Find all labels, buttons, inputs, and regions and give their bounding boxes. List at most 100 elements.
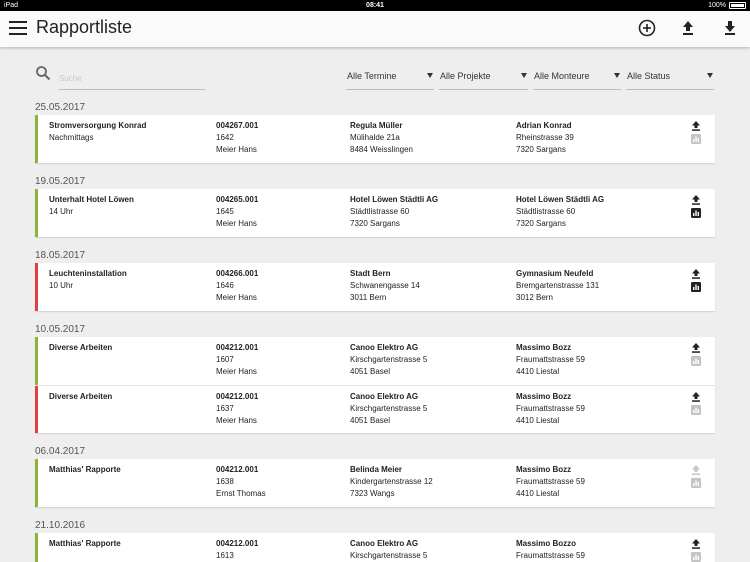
order-cell: 004265.001 1645 Meier Hans xyxy=(216,194,258,230)
bar-chart-icon[interactable] xyxy=(691,552,701,562)
filter-projekte[interactable]: Alle Projekte xyxy=(439,68,528,90)
site-cell: Gymnasium Neufeld Bremgartenstrasse 131 30… xyxy=(516,268,599,304)
bar-chart-icon[interactable] xyxy=(691,134,701,144)
report-title-cell: Stromversorgung Konrad Nachmittags xyxy=(49,120,146,144)
client-client-name: Canoo Elektro AG xyxy=(350,539,419,548)
upload-icon[interactable] xyxy=(691,465,701,475)
client-client-name: Regula Müller xyxy=(350,121,403,130)
order-order: 004212.001 xyxy=(216,343,259,352)
order-cell: 004212.001 1607 Meier Hans xyxy=(216,342,258,378)
report-title-title: Matthias' Rapporte xyxy=(49,539,121,548)
client-client-city: 3011 Bern xyxy=(350,293,387,302)
bar-chart-icon[interactable] xyxy=(691,478,701,488)
client-cell: Regula Müller Mülihalde 21a 8484 Weissling… xyxy=(350,120,413,156)
report-title-title: Stromversorgung Konrad xyxy=(49,121,147,130)
upload-icon[interactable] xyxy=(691,121,701,131)
site-site-street: Städtlistrasse 60 xyxy=(516,207,576,216)
report-title-title: Diverse Arbeiten xyxy=(49,392,113,401)
upload-icon[interactable] xyxy=(691,539,701,549)
report-row[interactable]: Unterhalt Hotel Löwen 14 Uhr 004265.001 164… xyxy=(35,189,715,237)
client-client-name: Hotel Löwen Städtli AG xyxy=(350,195,439,204)
site-site-city: 3012 Bern xyxy=(516,293,553,302)
upload-icon[interactable] xyxy=(678,18,698,38)
date-header: 10.05.2017 xyxy=(35,324,86,335)
download-icon[interactable] xyxy=(720,18,740,38)
report-list: 25.05.2017 Stromversorgung Konrad Nachmitt… xyxy=(35,101,715,562)
caret-down-icon xyxy=(614,73,620,78)
site-site-street: Fraumattstrasse 59 xyxy=(516,355,585,364)
bar-chart-icon[interactable] xyxy=(691,282,701,292)
filter-termine[interactable]: Alle Termine xyxy=(346,68,434,90)
search-icon xyxy=(36,66,51,81)
status-bar: iPad 08:41 100% xyxy=(0,0,750,11)
app-bar: Rapportliste xyxy=(0,11,750,47)
site-cell: Massimo Bozz Fraumattstrasse 59 4410 Liest… xyxy=(516,464,585,500)
upload-icon[interactable] xyxy=(691,392,701,402)
order-number: 1638 xyxy=(216,477,234,486)
report-row[interactable]: Stromversorgung Konrad Nachmittags 004267.… xyxy=(35,115,715,163)
filter-status[interactable]: Alle Status xyxy=(626,68,714,90)
site-site-city: 7320 Sargans xyxy=(516,145,566,154)
date-header: 06.04.2017 xyxy=(35,446,86,457)
report-title-cell: Diverse Arbeiten xyxy=(49,342,112,354)
order-number: 1607 xyxy=(216,355,234,364)
upload-icon[interactable] xyxy=(691,343,701,353)
hamburger-menu-icon[interactable] xyxy=(9,21,27,35)
client-client-city: 8484 Weisslingen xyxy=(350,145,414,154)
site-site-name: Gymnasium Neufeld xyxy=(516,269,594,278)
filter-termine-label: Alle Termine xyxy=(347,71,397,81)
order-order: 004266.001 xyxy=(216,269,259,278)
bar-chart-icon[interactable] xyxy=(691,208,701,218)
order-number: 1646 xyxy=(216,281,234,290)
date-header: 19.05.2017 xyxy=(35,176,86,187)
client-cell: Stadt Bern Schwanengasse 14 3011 Bern xyxy=(350,268,420,304)
upload-icon[interactable] xyxy=(691,195,701,205)
order-order: 004212.001 xyxy=(216,392,259,401)
status-accent-bar xyxy=(35,337,38,385)
filter-monteure[interactable]: Alle Monteure xyxy=(533,68,621,90)
report-title-title-sub: 10 Uhr xyxy=(49,281,74,290)
client-cell: Canoo Elektro AG Kirschgartenstrasse 5 405… xyxy=(350,391,427,427)
add-circle-icon[interactable] xyxy=(637,18,657,38)
report-title-title-sub: Nachmittags xyxy=(49,133,94,142)
row-actions xyxy=(691,465,701,488)
order-employee: Meier Hans xyxy=(216,219,257,228)
report-row[interactable]: Matthias' Rapporte004212.0011613Meier Ha… xyxy=(35,533,715,562)
site-site-city: 4410 Liestal xyxy=(516,489,560,498)
caret-down-icon xyxy=(427,73,433,78)
client-client-city: 4051 Basel xyxy=(350,416,391,425)
upload-icon[interactable] xyxy=(691,269,701,279)
bar-chart-icon[interactable] xyxy=(691,405,701,415)
row-actions xyxy=(691,392,701,415)
date-header: 18.05.2017 xyxy=(35,250,86,261)
report-row[interactable]: Diverse Arbeiten 004212.001 1637 Meier Hans… xyxy=(35,385,715,433)
order-employee: Meier Hans xyxy=(216,145,257,154)
row-actions xyxy=(691,269,701,292)
client-client-street: Kirschgartenstrasse 5 xyxy=(350,355,428,364)
site-cell: Hotel Löwen Städtli AG Städtlistrasse 60 7… xyxy=(516,194,604,230)
report-row[interactable]: Diverse Arbeiten 004212.001 1607 Meier Hans… xyxy=(35,337,715,385)
report-title-title: Matthias' Rapporte xyxy=(49,465,121,474)
caret-down-icon xyxy=(521,73,527,78)
site-cell: Massimo BozzoFraumattstrasse 594410 Lies… xyxy=(516,538,585,562)
site-site-name: Adrian Konrad xyxy=(516,121,572,130)
bar-chart-icon[interactable] xyxy=(691,356,701,366)
row-actions xyxy=(691,539,701,562)
site-site-city: 7320 Sargans xyxy=(516,219,566,228)
status-accent-bar xyxy=(35,115,38,163)
order-number: 1613 xyxy=(216,551,234,560)
report-row[interactable]: Matthias' Rapporte 004212.001 1638 Ernst Th… xyxy=(35,459,715,507)
search-input[interactable] xyxy=(59,68,205,90)
client-client-city: 7320 Sargans xyxy=(350,219,400,228)
report-row[interactable]: Leuchteninstallation 10 Uhr 004266.001 1646… xyxy=(35,263,715,311)
site-site-street: Fraumattstrasse 59 xyxy=(516,404,585,413)
report-title-cell: Diverse Arbeiten xyxy=(49,391,112,403)
client-cell: Belinda Meier Kindergartenstrasse 12 7323 … xyxy=(350,464,433,500)
caret-down-icon xyxy=(707,73,713,78)
row-actions xyxy=(691,121,701,144)
site-cell: Massimo Bozz Fraumattstrasse 59 4410 Liest… xyxy=(516,342,585,378)
order-employee: Ernst Thomas xyxy=(216,489,266,498)
client-client-city: 7323 Wangs xyxy=(350,489,395,498)
site-site-name: Massimo Bozz xyxy=(516,343,572,352)
